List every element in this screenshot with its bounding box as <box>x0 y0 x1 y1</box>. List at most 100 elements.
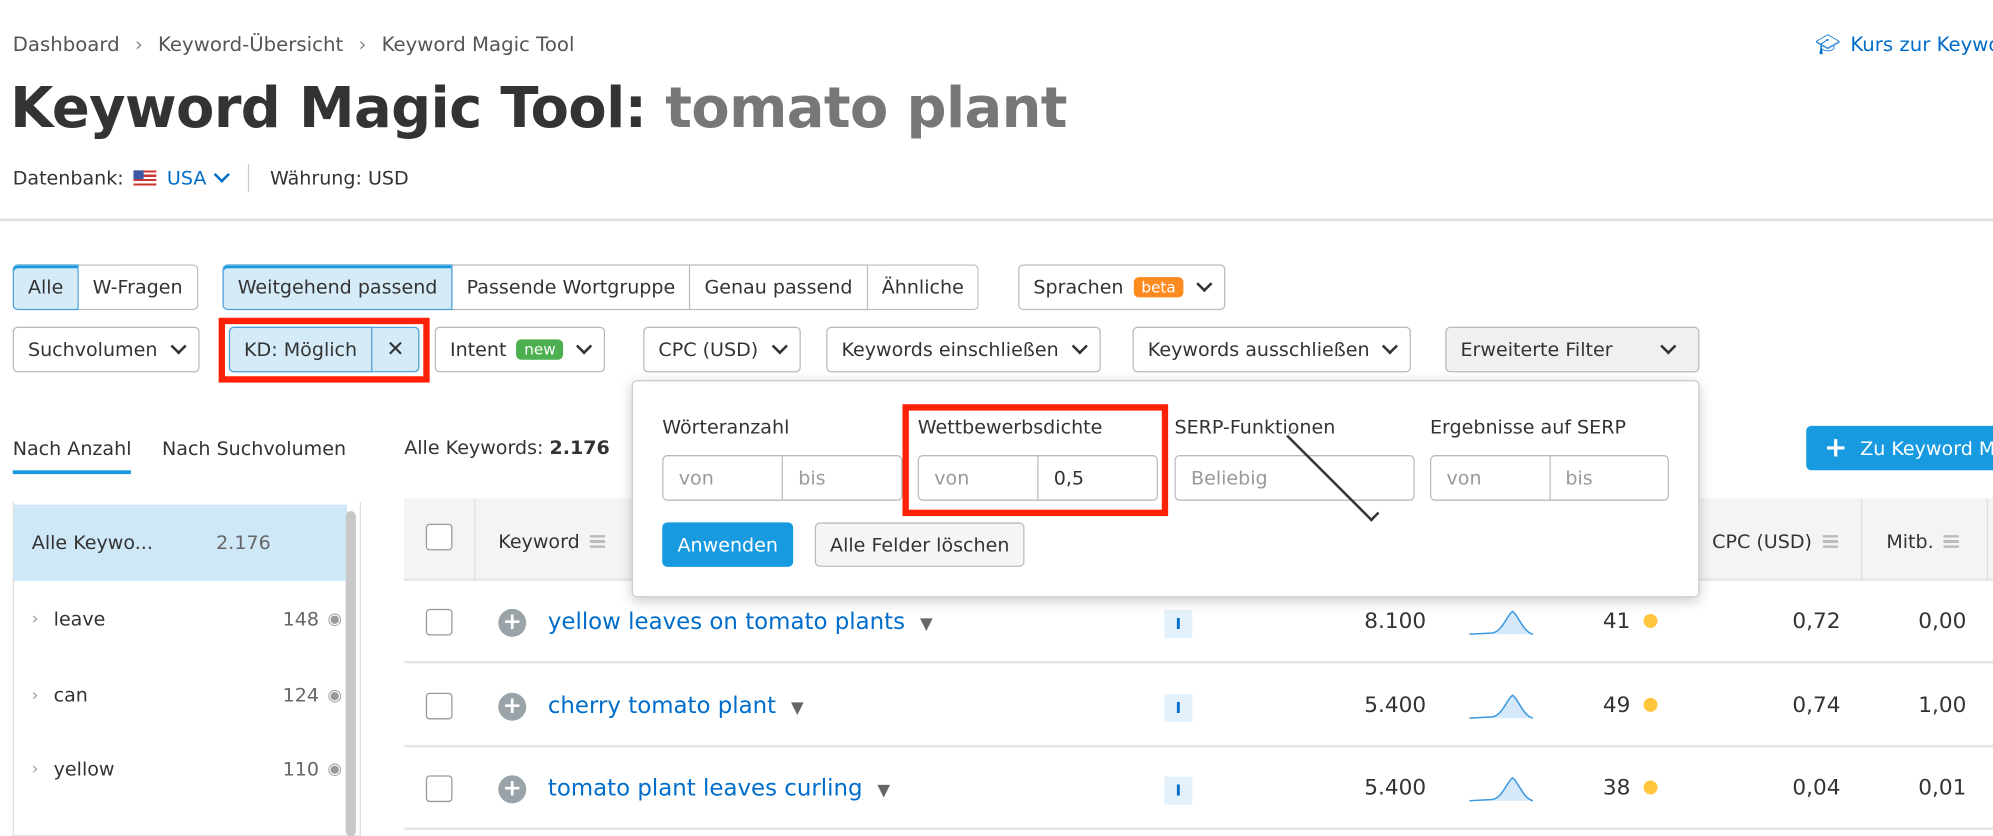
eye-icon[interactable]: ◉ <box>328 686 342 705</box>
search-volume: 8.100 <box>1364 608 1427 635</box>
languages-dropdown[interactable]: Sprachen beta <box>1018 264 1226 311</box>
sidebar-scrollbar[interactable] <box>345 510 356 836</box>
volume-filter-label: Suchvolumen <box>27 338 158 361</box>
search-volume: 5.400 <box>1364 692 1427 719</box>
chevron-right-icon: › <box>134 33 143 56</box>
column-divider <box>474 498 476 581</box>
competition-value: 0,01 <box>1918 775 1967 801</box>
word-count-to-input[interactable]: bis <box>781 456 901 500</box>
course-link-label: Kurs zur Keywo <box>1850 33 1993 56</box>
chevron-right-icon[interactable]: › <box>32 759 39 778</box>
row-checkbox[interactable] <box>425 775 453 803</box>
include-keywords-filter[interactable]: Keywords einschließen <box>826 326 1101 373</box>
currency-label: Währung: USD <box>269 166 409 190</box>
chevron-right-icon[interactable]: › <box>32 686 39 705</box>
serp-results-to-input[interactable]: bis <box>1548 456 1668 500</box>
sidebar-item-count: 2.176 <box>216 531 271 555</box>
intent-badge: I <box>1164 776 1193 805</box>
tab-all[interactable]: Alle <box>12 264 79 311</box>
sidebar-item-label: can <box>53 683 88 707</box>
caret-down-icon[interactable]: ▼ <box>791 699 804 718</box>
apply-button[interactable]: Anwenden <box>662 522 794 567</box>
match-type-tabs: Weitgehend passend Passende Wortgruppe G… <box>222 264 980 311</box>
kd-dot-icon <box>1643 697 1658 712</box>
keyword-link[interactable]: yellow leaves on tomato plants ▼ <box>548 609 933 636</box>
sidebar-item-can[interactable]: › can 124 ◉ <box>14 657 347 733</box>
clear-all-button[interactable]: Alle Felder löschen <box>814 522 1025 567</box>
cpc-value: 0,04 <box>1792 775 1841 801</box>
keyword-type-tabs: Alle W-Fragen <box>12 264 198 311</box>
sort-icon[interactable] <box>1822 535 1838 548</box>
column-competition[interactable]: Mitb. <box>1886 530 1960 553</box>
languages-label: Sprachen <box>1033 275 1124 299</box>
keyword-text: tomato plant leaves curling <box>547 775 863 803</box>
breadcrumb-overview[interactable]: Keyword-Übersicht <box>158 33 343 56</box>
tab-phrase-match[interactable]: Passende Wortgruppe <box>452 264 691 311</box>
caret-down-icon[interactable]: ▼ <box>920 615 933 634</box>
exclude-keywords-filter[interactable]: Keywords ausschließen <box>1132 326 1412 373</box>
cpc-filter[interactable]: CPC (USD) <box>643 326 801 373</box>
kd-dot-icon <box>1643 613 1658 628</box>
tab-by-count[interactable]: Nach Anzahl <box>12 437 132 475</box>
exclude-label: Keywords ausschließen <box>1147 338 1370 361</box>
kd-value: 49 <box>1602 692 1631 719</box>
word-count-label: Wörteranzahl <box>662 415 790 439</box>
tab-questions[interactable]: W-Fragen <box>78 264 198 311</box>
title-query: tomato plant <box>665 76 1067 142</box>
chevron-right-icon[interactable]: › <box>32 609 39 628</box>
table-row: + tomato plant leaves curling ▼ I 5.400 … <box>404 747 1993 831</box>
add-keyword-icon[interactable]: + <box>498 692 527 721</box>
volume-filter[interactable]: Suchvolumen <box>12 326 200 373</box>
chevron-down-icon <box>170 338 187 355</box>
database-label: Datenbank: <box>12 166 124 190</box>
divider <box>248 163 250 192</box>
add-keyword-icon[interactable]: + <box>498 775 527 804</box>
tab-broad-match[interactable]: Weitgehend passend <box>222 264 453 311</box>
intent-filter[interactable]: Intent new <box>434 326 606 373</box>
advanced-filters-dropdown[interactable]: Erweiterte Filter <box>1445 326 1700 373</box>
column-keyword-label: Keyword <box>498 530 580 553</box>
highlight-box <box>902 404 1169 517</box>
database-select[interactable]: USA <box>167 167 206 190</box>
trend-sparkline <box>1469 777 1534 802</box>
sort-icon[interactable] <box>589 535 606 548</box>
column-cpc[interactable]: CPC (USD) <box>1712 530 1838 553</box>
add-keyword-icon[interactable]: + <box>498 608 527 637</box>
serp-results-from-input[interactable]: von <box>1431 456 1549 499</box>
all-keywords-count: Alle Keywords: 2.176 <box>404 436 610 459</box>
sidebar-item-label: leave <box>53 607 106 631</box>
sort-icon[interactable] <box>1943 535 1960 548</box>
breadcrumb-dashboard[interactable]: Dashboard <box>13 33 120 56</box>
tab-by-volume[interactable]: Nach Suchvolumen <box>162 437 346 474</box>
keyword-link[interactable]: tomato plant leaves curling ▼ <box>548 775 890 802</box>
cpc-filter-label: CPC (USD) <box>658 338 759 361</box>
chevron-down-icon <box>1071 338 1088 355</box>
add-button-label: Zu Keyword M <box>1860 436 1993 460</box>
sidebar-item-yellow[interactable]: › yellow 110 ◉ <box>14 731 347 807</box>
tab-exact-match[interactable]: Genau passend <box>690 264 868 311</box>
course-link[interactable]: 🎓︎ Kurs zur Keywo <box>1815 33 1993 56</box>
serp-features-select[interactable]: Beliebig <box>1174 428 1415 522</box>
row-checkbox[interactable] <box>425 692 453 720</box>
eye-icon[interactable]: ◉ <box>328 609 342 628</box>
row-checkbox[interactable] <box>425 608 453 636</box>
sidebar-item-leave[interactable]: › leave 148 ◉ <box>14 581 347 657</box>
chevron-down-icon[interactable] <box>214 166 231 183</box>
column-divider <box>1860 498 1863 581</box>
word-count-from-input[interactable]: von <box>664 456 782 499</box>
select-all-checkbox[interactable] <box>425 523 453 551</box>
chevron-down-icon <box>1660 338 1677 355</box>
sidebar-item-all[interactable]: Alle Keywo... 2.176 <box>13 504 348 581</box>
keyword-link[interactable]: cherry tomato plant ▼ <box>548 693 804 720</box>
eye-icon[interactable]: ◉ <box>328 759 342 778</box>
search-volume: 5.400 <box>1364 775 1427 801</box>
add-to-keyword-manager-button[interactable]: + Zu Keyword M <box>1806 425 1993 471</box>
kd-dot-icon <box>1643 780 1658 795</box>
count-value: 2.176 <box>549 435 610 459</box>
tab-related[interactable]: Ähnliche <box>867 264 980 311</box>
column-keyword[interactable]: Keyword <box>498 530 606 553</box>
beta-badge: beta <box>1133 277 1184 298</box>
caret-down-icon[interactable]: ▼ <box>877 782 890 801</box>
word-count-range: von bis <box>662 455 903 501</box>
graduation-cap-icon: 🎓︎ <box>1815 33 1841 56</box>
